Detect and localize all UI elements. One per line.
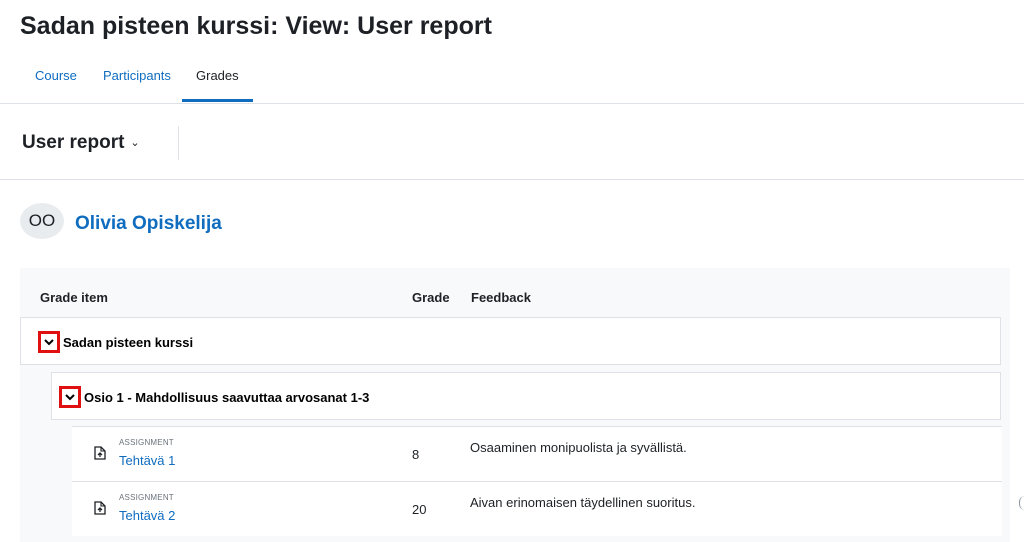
table-row: ASSIGNMENT Tehtävä 2 20 Aivan erinomaise… <box>72 481 1002 536</box>
page-title: Sadan pisteen kurssi: View: User report <box>20 12 492 40</box>
secondary-navigation: Course Participants Grades <box>0 58 1024 104</box>
item-type-label: ASSIGNMENT <box>119 493 174 502</box>
table-row: ASSIGNMENT Tehtävä 1 8 Osaaminen monipuo… <box>72 426 1002 481</box>
chevron-down-icon <box>65 394 75 401</box>
report-selector-dropdown[interactable]: User report ⌄ <box>22 132 140 154</box>
chevron-down-icon <box>44 339 54 346</box>
tab-grades[interactable]: Grades <box>182 68 253 102</box>
grade-value: 20 <box>412 502 427 517</box>
category-row-section: Osio 1 - Mahdollisuus saavuttaa arvosana… <box>51 372 1001 420</box>
column-header-grade-item: Grade item <box>40 290 108 305</box>
divider <box>178 126 179 160</box>
collapse-category-button[interactable] <box>38 331 60 353</box>
grade-value: 8 <box>412 447 420 462</box>
grade-report-table: Grade item Grade Feedback Sadan pisteen … <box>20 268 1010 542</box>
avatar[interactable]: OO <box>20 203 64 239</box>
item-type-label: ASSIGNMENT <box>119 438 174 447</box>
category-label: Sadan pisteen kurssi <box>63 335 194 350</box>
report-selector-label: User report <box>22 132 125 153</box>
category-row-course: Sadan pisteen kurssi <box>20 317 1001 365</box>
drawer-toggle-edge[interactable] <box>1019 496 1024 510</box>
grade-item-link[interactable]: Tehtävä 1 <box>119 453 175 468</box>
tab-participants[interactable]: Participants <box>103 68 171 102</box>
tab-course[interactable]: Course <box>35 68 77 102</box>
feedback-text: Osaaminen monipuolista ja syvällistä. <box>470 440 687 455</box>
user-name-link[interactable]: Olivia Opiskelija <box>75 213 222 235</box>
chevron-down-icon: ⌄ <box>130 137 140 149</box>
column-header-feedback: Feedback <box>471 290 531 305</box>
collapse-category-button[interactable] <box>59 386 81 408</box>
category-label: Osio 1 - Mahdollisuus saavuttaa arvosana… <box>84 390 370 405</box>
feedback-text: Aivan erinomaisen täydellinen suoritus. <box>470 495 696 510</box>
assignment-upload-icon <box>94 501 106 520</box>
column-header-grade: Grade <box>412 290 450 305</box>
report-action-bar: User report ⌄ <box>0 104 1024 180</box>
grade-item-link[interactable]: Tehtävä 2 <box>119 508 175 523</box>
assignment-upload-icon <box>94 446 106 465</box>
